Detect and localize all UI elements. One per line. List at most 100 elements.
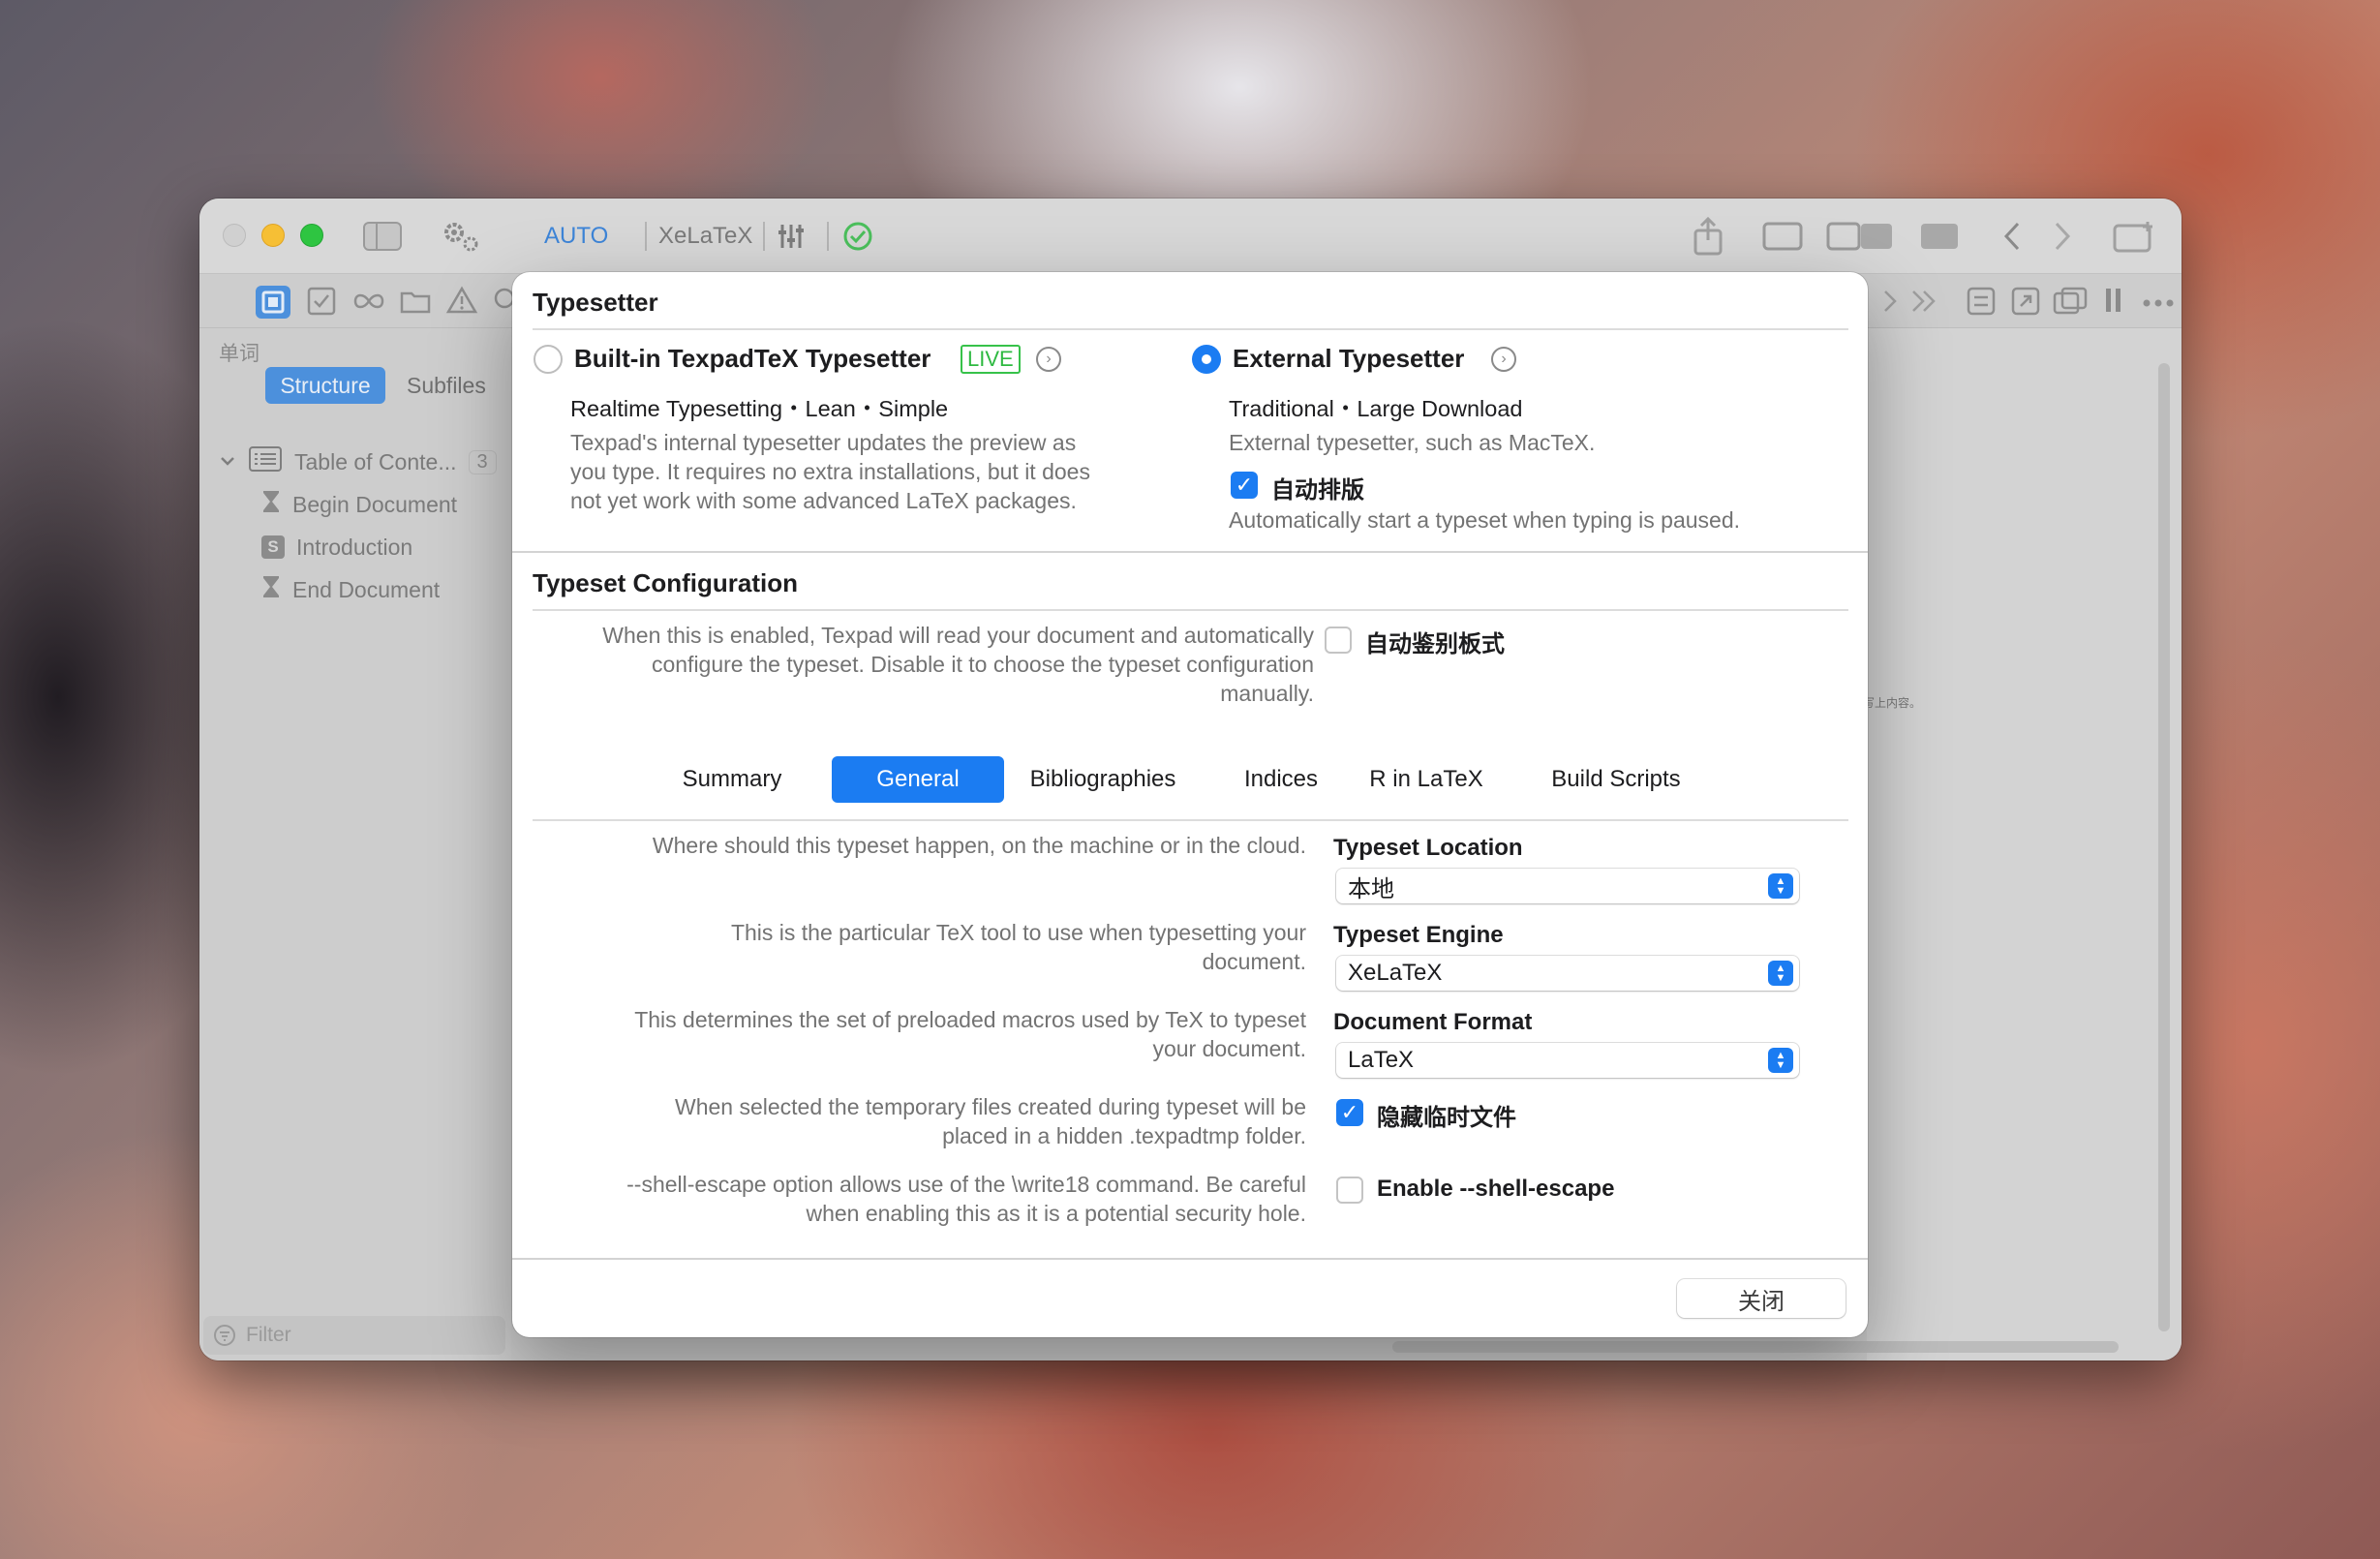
open-external-icon[interactable] [2010,286,2041,321]
typeset-engine-label: Typeset Engine [1333,922,1504,948]
auto-detect-format-label: 自动鉴别板式 [1365,631,1505,657]
windows-icon[interactable] [2053,286,2088,321]
tab-build-scripts[interactable]: Build Scripts [1519,756,1713,803]
tab-summary[interactable]: Summary [659,756,805,803]
shell-escape-checkbox[interactable] [1336,1177,1363,1204]
hourglass-icon [261,489,281,520]
tab-bibliographies[interactable]: Bibliographies [1006,756,1200,803]
sliders-icon[interactable] [777,218,806,255]
section-s-icon: S [261,535,285,559]
forward-chevron-icon[interactable] [2051,218,2074,255]
engine-description: This is the particular TeX tool to use w… [730,920,1306,974]
popup-arrows-icon: ▲ ▼ [1768,1048,1793,1073]
sidebar-search-label: 单词 [219,343,259,365]
todo-check-icon[interactable] [306,286,337,321]
typeset-location-popup[interactable]: 本地 ▲ ▼ [1336,869,1799,903]
share-icon[interactable] [1691,217,1725,256]
tab-r-in-latex[interactable]: R in LaTeX [1349,756,1504,803]
sidebar: 单词 Structure Subfiles Table of Conte... … [199,328,511,1360]
external-typesetter-radio[interactable] [1192,345,1221,374]
back-chevron-icon[interactable] [2000,218,2024,255]
builtin-tagline: Realtime Typesetting・Lean・Simple [570,396,949,421]
horizontal-scrollbar[interactable] [1392,1341,2119,1353]
toolbar-divider [827,222,829,251]
external-tagline: Traditional・Large Download [1229,396,1523,421]
document-format-label: Document Format [1333,1009,1533,1035]
auto-typeset-description: Automatically start a typeset when typin… [1229,507,1741,533]
typeset-location-label: Typeset Location [1333,835,1523,861]
tab-indices[interactable]: Indices [1223,756,1339,803]
toc-root-row[interactable]: Table of Conte... 3 [219,443,497,481]
section-divider [533,609,1848,611]
layout-single-icon[interactable] [1762,218,1803,255]
location-description: Where should this typeset happen, on the… [652,833,1306,858]
tab-general[interactable]: General [832,756,1004,803]
preview-area[interactable] [1867,328,2182,1360]
toc-item-label: Begin Document [292,491,458,517]
builtin-typesetter-radio[interactable] [534,345,563,374]
tabs-divider [533,819,1848,821]
toc-item-begin-document[interactable]: Begin Document [261,485,457,524]
minimize-window-button[interactable] [261,224,285,247]
hide-temp-files-checkbox[interactable]: ✓ [1336,1099,1363,1126]
typeset-engine-popup[interactable]: XeLaTeX ▲ ▼ [1336,956,1799,991]
gears-icon[interactable] [440,218,482,255]
typeset-settings-dialog: Typesetter Built-in TexpadTeX Typesetter… [512,272,1868,1337]
external-info-arrow-icon[interactable]: › [1491,347,1516,372]
sync-icon[interactable] [1966,286,1997,321]
folder-icon[interactable] [399,288,432,320]
links-infinity-icon[interactable] [352,288,385,320]
auto-config-description: When this is enabled, Texpad will read y… [602,623,1314,706]
popup-arrows-icon: ▲ ▼ [1768,961,1793,986]
double-chevron-icon[interactable] [1909,288,1938,320]
toc-count-badge: 3 [468,449,497,474]
sidebar-toggle-icon[interactable] [362,218,403,255]
auto-typeset-label: 自动排版 [1271,477,1364,504]
live-badge: LIVE [961,345,1021,374]
typeset-location-value: 本地 [1348,875,1394,902]
disclosure-chevron-icon[interactable] [219,449,236,475]
toc-item-label: Introduction [296,534,413,560]
auto-typeset-checkbox[interactable]: ✓ [1231,472,1258,499]
typeset-ok-check-icon[interactable] [842,218,873,255]
layout-split-icon[interactable] [1826,218,1894,255]
typesetter-section-title: Typesetter [533,288,658,317]
toc-root-label: Table of Conte... [294,448,457,474]
typeset-engine-value: XeLaTeX [1348,960,1443,986]
footer-divider [512,1258,1868,1260]
new-window-icon[interactable] [2113,218,2155,255]
typeset-config-section-title: Typeset Configuration [533,568,798,597]
toc-item-end-document[interactable]: End Document [261,570,440,609]
section-divider [512,551,1868,553]
auto-detect-format-checkbox[interactable] [1325,627,1352,654]
builtin-info-arrow-icon[interactable]: › [1036,347,1061,372]
tab-subfiles[interactable]: Subfiles [407,367,503,404]
external-description: External typesetter, such as MacTeX. [1229,430,1596,455]
filter-placeholder: Filter [246,1324,291,1346]
structure-view-icon[interactable] [256,286,290,319]
next-chevron-icon[interactable] [1880,288,1900,320]
format-description: This determines the set of preloaded mac… [634,1007,1306,1061]
builtin-description: Texpad's internal typesetter updates the… [570,430,1090,513]
hide-temp-files-label: 隐藏临时文件 [1377,1105,1516,1131]
more-ellipsis-icon[interactable] [2142,295,2175,313]
tab-structure[interactable]: Structure [265,367,385,404]
toc-list-icon [248,445,283,478]
vertical-scrollbar[interactable] [2158,363,2170,1331]
toc-item-introduction[interactable]: S Introduction [261,528,412,566]
toolbar-divider [645,222,647,251]
close-window-button[interactable] [223,224,246,247]
filter-field[interactable]: Filter [203,1316,505,1355]
close-button[interactable]: 关闭 [1677,1279,1846,1318]
document-format-popup[interactable]: LaTeX ▲ ▼ [1336,1043,1799,1078]
zoom-window-button[interactable] [300,224,323,247]
layout-preview-icon[interactable] [1919,218,1960,255]
document-format-value: LaTeX [1348,1047,1415,1073]
warning-icon[interactable] [445,286,478,320]
pause-icon[interactable] [2103,286,2124,320]
section-divider [533,328,1848,330]
engine-selector[interactable]: XeLaTeX [658,218,752,255]
shell-escape-label: Enable --shell-escape [1377,1176,1615,1202]
shell-escape-description: --shell-escape option allows use of the … [626,1172,1306,1226]
auto-mode-button[interactable]: AUTO [544,218,608,255]
